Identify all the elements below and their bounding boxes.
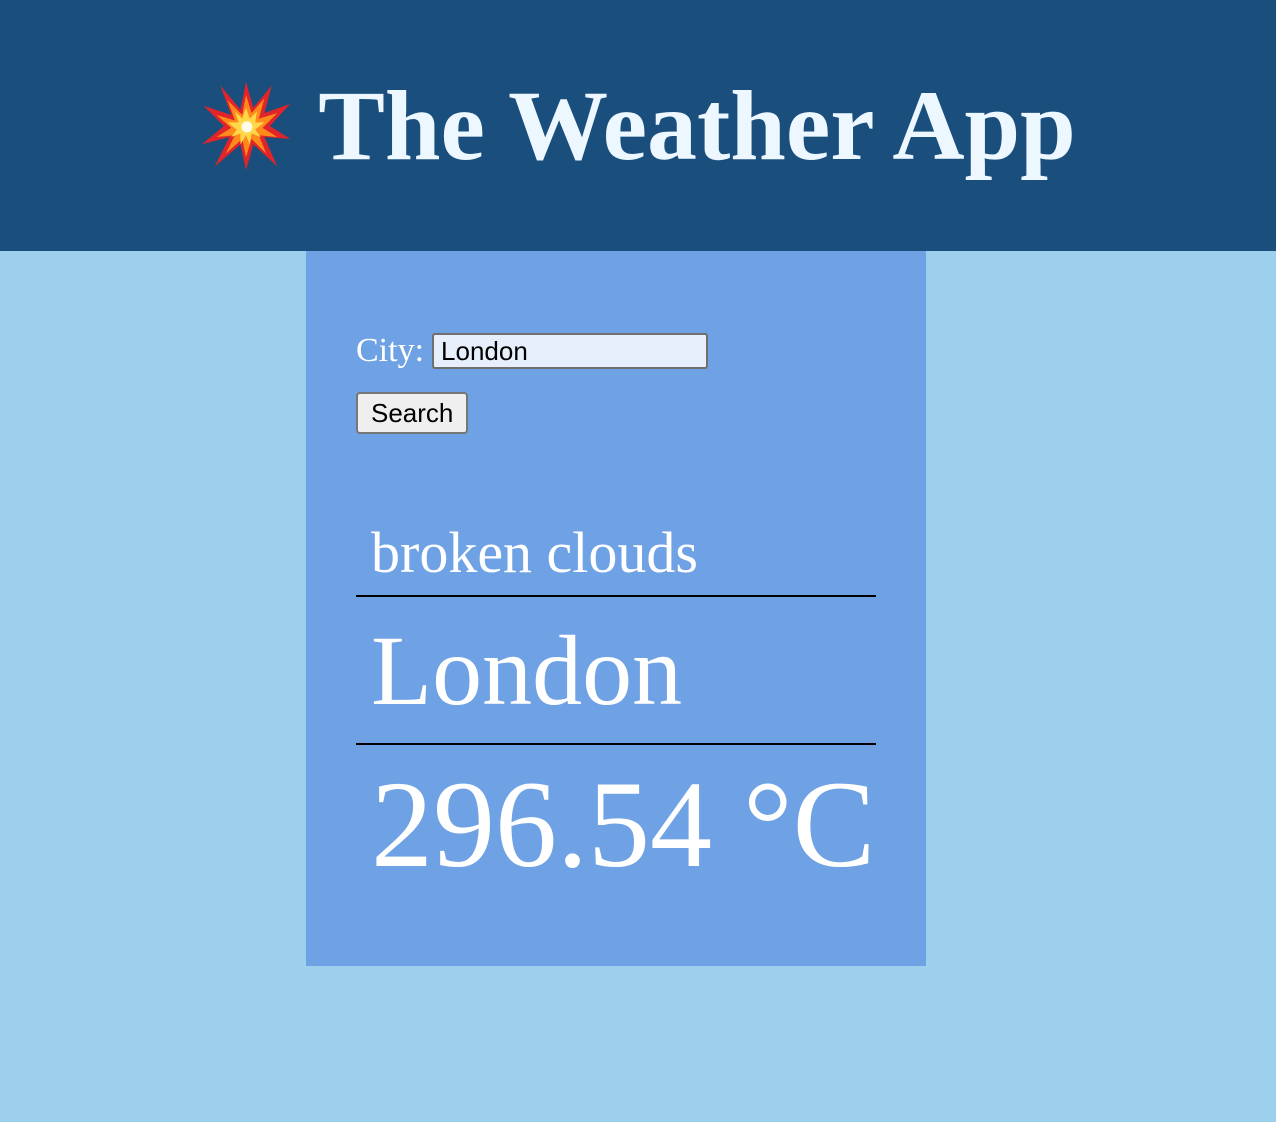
city-input[interactable] [432, 333, 709, 369]
weather-card: City: Search broken clouds London 296.54… [306, 251, 926, 966]
city-search-row: City: [356, 332, 709, 369]
result-city-name: London [356, 597, 876, 745]
collision-burst-icon [202, 81, 291, 170]
city-label: City: [356, 332, 425, 369]
app-header: The Weather App [0, 0, 1276, 251]
search-button[interactable]: Search [356, 392, 469, 434]
app-title-text: The Weather App [318, 69, 1076, 181]
weather-description: broken clouds [356, 509, 876, 597]
app-title: The Weather App [200, 69, 1076, 181]
temperature-value: 296.54 °C [371, 756, 876, 893]
